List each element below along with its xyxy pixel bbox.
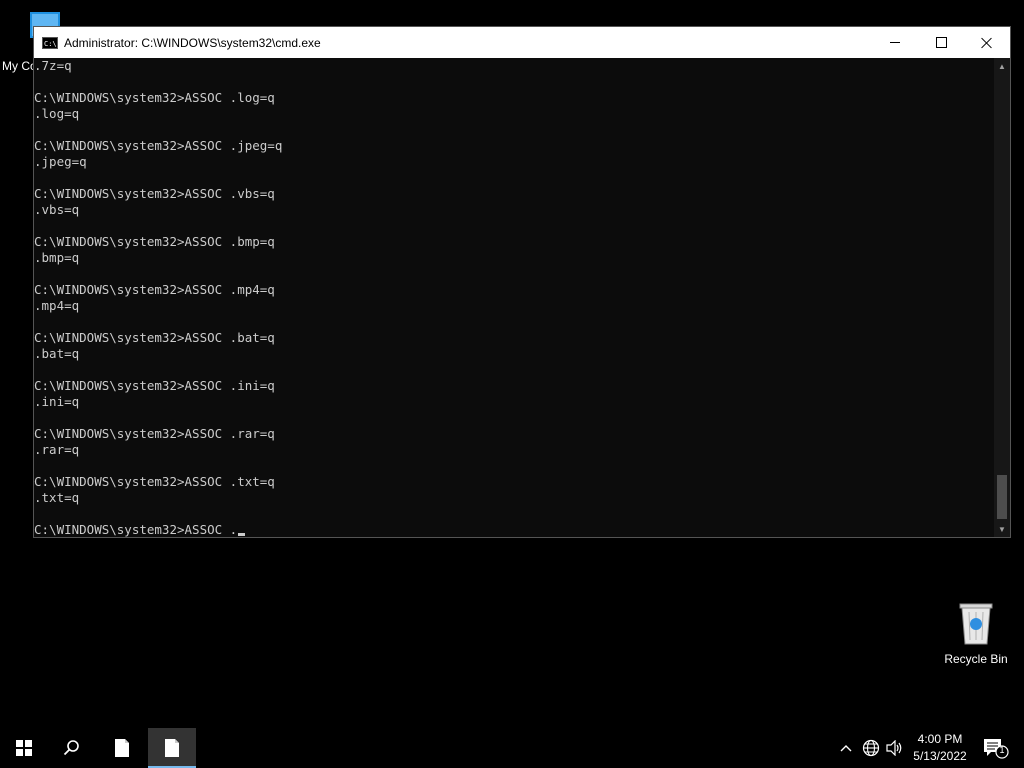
console-line: C:\WINDOWS\system32>ASSOC .txt=q [34, 474, 275, 489]
console-line: .vbs=q [34, 202, 80, 217]
document-icon [115, 739, 129, 757]
scrollbar-thumb[interactable] [997, 475, 1007, 519]
scroll-down-arrow-icon[interactable]: ▼ [994, 521, 1010, 537]
windows-logo-icon [16, 740, 32, 756]
console-line: C:\WINDOWS\system32>ASSOC .log=q [34, 90, 275, 105]
speaker-icon [886, 740, 902, 756]
window-title: Administrator: C:\WINDOWS\system32\cmd.e… [64, 35, 321, 50]
console-line: .rar=q [34, 442, 80, 457]
taskbar-app-document[interactable] [98, 728, 146, 768]
console-line: .mp4=q [34, 298, 80, 313]
console-prompt-line[interactable]: C:\WINDOWS\system32>ASSOC . [34, 522, 995, 537]
recycle-bin-label: Recycle Bin [944, 652, 1008, 666]
console-prompt: C:\WINDOWS\system32>ASSOC . [34, 522, 238, 537]
maximize-icon [935, 37, 947, 48]
globe-network-icon [862, 739, 880, 757]
clock[interactable]: 4:00 PM 5/13/2022 [906, 728, 974, 768]
console-line: .bat=q [34, 346, 80, 361]
scroll-up-arrow-icon[interactable]: ▲ [994, 58, 1010, 74]
taskbar-app-document-active[interactable] [148, 728, 196, 768]
text-cursor [238, 533, 246, 536]
console-line: C:\WINDOWS\system32>ASSOC .bmp=q [34, 234, 275, 249]
title-bar[interactable]: C:\ Administrator: C:\WINDOWS\system32\c… [34, 27, 1010, 58]
console-line: C:\WINDOWS\system32>ASSOC .ini=q [34, 378, 275, 393]
console-output[interactable]: .7z=q C:\WINDOWS\system32>ASSOC .log=q .… [34, 58, 995, 537]
maximize-button[interactable] [918, 27, 964, 58]
start-button[interactable] [0, 728, 48, 768]
vertical-scrollbar[interactable]: ▲ ▼ [994, 58, 1010, 537]
console-line: .jpeg=q [34, 154, 87, 169]
close-button[interactable] [964, 27, 1010, 58]
console-line: .log=q [34, 106, 80, 121]
minimize-icon [890, 42, 900, 43]
minimize-button[interactable] [872, 27, 918, 58]
chevron-up-icon [840, 745, 852, 752]
console-line: C:\WINDOWS\system32>ASSOC .bat=q [34, 330, 275, 345]
console-line: .txt=q [34, 490, 80, 505]
console-line: .7z=q [34, 58, 72, 73]
console-line: C:\WINDOWS\system32>ASSOC .rar=q [34, 426, 275, 441]
volume-button[interactable] [884, 728, 906, 768]
clock-date: 5/13/2022 [913, 749, 967, 763]
search-button[interactable] [48, 728, 96, 768]
clock-time: 4:00 PM [917, 732, 963, 746]
taskbar: 4:00 PM 5/13/2022 1 [0, 728, 1024, 768]
console-line: .ini=q [34, 394, 80, 409]
cmd-app-icon: C:\ [42, 36, 58, 49]
cmd-window[interactable]: C:\ Administrator: C:\WINDOWS\system32\c… [33, 26, 1011, 538]
close-icon [981, 37, 993, 49]
console-line: .bmp=q [34, 250, 80, 265]
recycle-bin-icon [959, 603, 993, 645]
action-center-button[interactable]: 1 [976, 728, 1016, 768]
console-line: C:\WINDOWS\system32>ASSOC .vbs=q [34, 186, 275, 201]
recycle-bin-desktop-icon[interactable]: Recycle Bin [940, 600, 1012, 666]
show-hidden-icons-button[interactable] [836, 728, 856, 768]
my-computer-label: My Co [2, 59, 37, 73]
network-button[interactable] [860, 728, 882, 768]
console-line: C:\WINDOWS\system32>ASSOC .jpeg=q [34, 138, 283, 153]
document-icon [165, 739, 179, 757]
notification-count-badge: 1 [999, 745, 1005, 755]
console-line: C:\WINDOWS\system32>ASSOC .mp4=q [34, 282, 275, 297]
search-icon [63, 740, 79, 756]
